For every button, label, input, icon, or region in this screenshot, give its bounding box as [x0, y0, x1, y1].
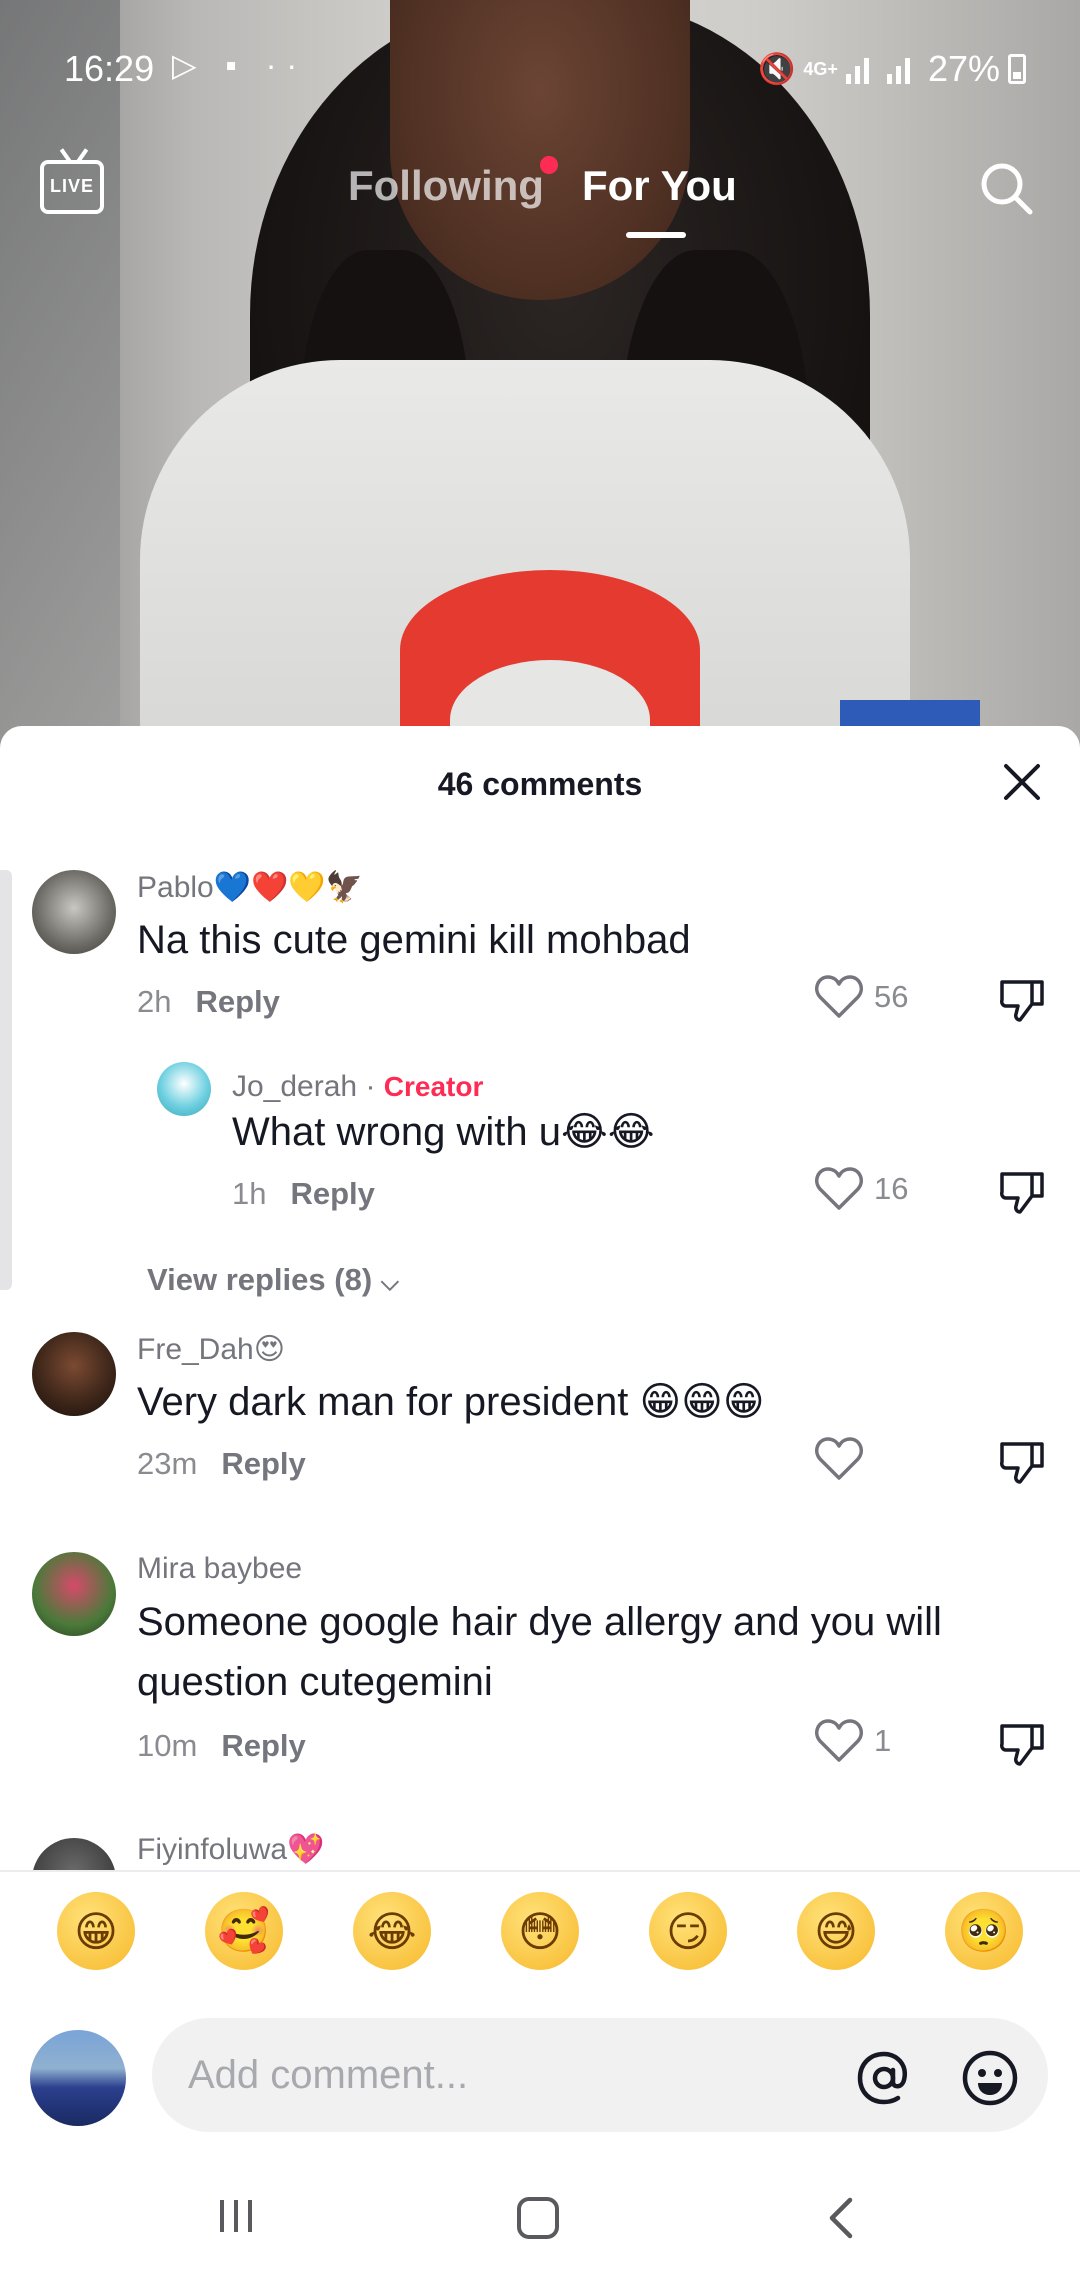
dislike-icon[interactable] — [998, 1720, 1046, 1768]
comment-composer — [0, 2000, 1080, 2140]
avatar[interactable] — [157, 1062, 211, 1116]
comment-username[interactable]: Fiyinfoluwa💖 — [137, 1832, 324, 1867]
like-count: 16 — [874, 1171, 909, 1206]
like-button[interactable]: 56 — [814, 974, 908, 1020]
heart-icon — [815, 1437, 863, 1480]
comment-time: 1h — [232, 1176, 267, 1211]
quick-emoji-bar: 😁 🥰 😂 😳 😏 😅 🥺 — [0, 1870, 1080, 1990]
comment-time: 2h — [137, 984, 172, 1019]
network-type: 4G+ — [803, 58, 838, 79]
system-navigation-bar — [0, 2160, 1080, 2280]
following-notification-dot — [540, 156, 558, 174]
comment-time: 10m — [137, 1728, 198, 1763]
top-nav: LIVE Following For You — [0, 140, 1080, 260]
emoji-grin-button[interactable]: 😁 — [57, 1892, 135, 1970]
like-button[interactable]: 16 — [814, 1166, 908, 1212]
live-icon[interactable]: LIVE — [40, 160, 104, 214]
like-count: 1 — [874, 1723, 892, 1758]
back-icon[interactable] — [820, 2194, 864, 2242]
comment-meta: 23m Reply — [137, 1446, 306, 1482]
like-button[interactable]: 1 — [814, 1718, 891, 1764]
avatar[interactable] — [32, 1552, 116, 1636]
creator-badge: Creator — [383, 1071, 484, 1102]
reply-text: What wrong with u😂😂 — [232, 1110, 655, 1154]
comment-username[interactable]: Fre_Dah😍 — [137, 1332, 285, 1367]
reply-button[interactable]: Reply — [221, 1728, 305, 1763]
dislike-icon[interactable] — [998, 1438, 1046, 1486]
battery-icon — [1008, 54, 1026, 84]
emoji-smirk-button[interactable]: 😏 — [649, 1892, 727, 1970]
status-bar: 16:29 ▷ ▪ ·· 🔇 4G+ 27% — [0, 30, 1080, 110]
emoji-tears-of-joy-button[interactable]: 😂 — [353, 1892, 431, 1970]
mention-icon[interactable] — [854, 2048, 914, 2108]
mute-icon: 🔇 — [758, 52, 796, 86]
comments-count-title: 46 comments — [437, 766, 643, 802]
reply-username[interactable]: Jo_derah — [232, 1070, 357, 1103]
emoji-sweat-smile-button[interactable]: 😅 — [797, 1892, 875, 1970]
reply-button[interactable]: Reply — [195, 984, 279, 1019]
reply-username-row: Jo_derah · Creator — [232, 1070, 483, 1104]
comment-text: Very dark man for president 😁😁😁 — [137, 1380, 765, 1424]
tab-following[interactable]: Following — [348, 162, 544, 210]
view-replies-label: View replies (8) — [147, 1262, 373, 1297]
active-tab-indicator — [626, 232, 686, 238]
emoji-hearts-button[interactable]: 🥰 — [205, 1892, 283, 1970]
heart-icon — [815, 1719, 863, 1762]
status-time: 16:29 — [64, 48, 155, 89]
search-icon[interactable] — [978, 160, 1034, 216]
comment-text: Na this cute gemini kill mohbad — [137, 918, 691, 962]
emoji-picker-icon[interactable] — [960, 2048, 1020, 2108]
avatar[interactable] — [32, 1332, 116, 1416]
battery-percent: 27% — [927, 48, 1000, 89]
comment-username[interactable]: Pablo💙❤️💛🦅 — [137, 870, 363, 905]
video-wall — [0, 0, 120, 760]
tab-for-you[interactable]: For You — [582, 162, 737, 210]
dislike-icon[interactable] — [998, 976, 1046, 1024]
comment-meta: 1h Reply — [232, 1176, 375, 1212]
reply-button[interactable]: Reply — [290, 1176, 374, 1211]
video-background[interactable] — [0, 0, 1080, 760]
signal-icon-2 — [886, 54, 910, 84]
chevron-down-icon: ⌵ — [380, 1269, 399, 1296]
home-icon[interactable] — [514, 2194, 562, 2242]
comment-time: 23m — [137, 1446, 198, 1481]
emoji-pleading-button[interactable]: 🥺 — [945, 1892, 1023, 1970]
comment-meta: 10m Reply — [137, 1728, 306, 1764]
close-icon[interactable] — [1000, 760, 1044, 804]
my-avatar[interactable] — [30, 2030, 126, 2126]
comment-item: Fiyinfoluwa💖 — [0, 1832, 1080, 1870]
separator-dot: · — [365, 1070, 376, 1103]
heart-icon — [815, 1167, 863, 1210]
like-button[interactable] — [814, 1436, 874, 1482]
status-right: 🔇 4G+ 27% — [758, 48, 1026, 90]
heart-icon — [815, 975, 863, 1018]
dislike-icon[interactable] — [998, 1168, 1046, 1216]
reply-button[interactable]: Reply — [221, 1446, 305, 1481]
comment-username[interactable]: Mira baybee — [137, 1552, 302, 1586]
emoji-flushed-button[interactable]: 😳 — [501, 1892, 579, 1970]
like-count: 56 — [874, 979, 909, 1014]
comment-meta: 2h Reply — [137, 984, 280, 1020]
avatar[interactable] — [32, 870, 116, 954]
comment-text: Someone google hair dye allergy and you … — [137, 1600, 942, 1704]
view-replies-button[interactable]: View replies (8) ⌵ — [147, 1262, 399, 1298]
recent-apps-icon[interactable] — [214, 2194, 258, 2238]
avatar[interactable] — [32, 1838, 116, 1870]
thread-highlight-bar — [0, 870, 12, 1290]
notification-icons: ▷ ▪ ·· — [172, 47, 308, 83]
signal-icon — [845, 54, 869, 84]
